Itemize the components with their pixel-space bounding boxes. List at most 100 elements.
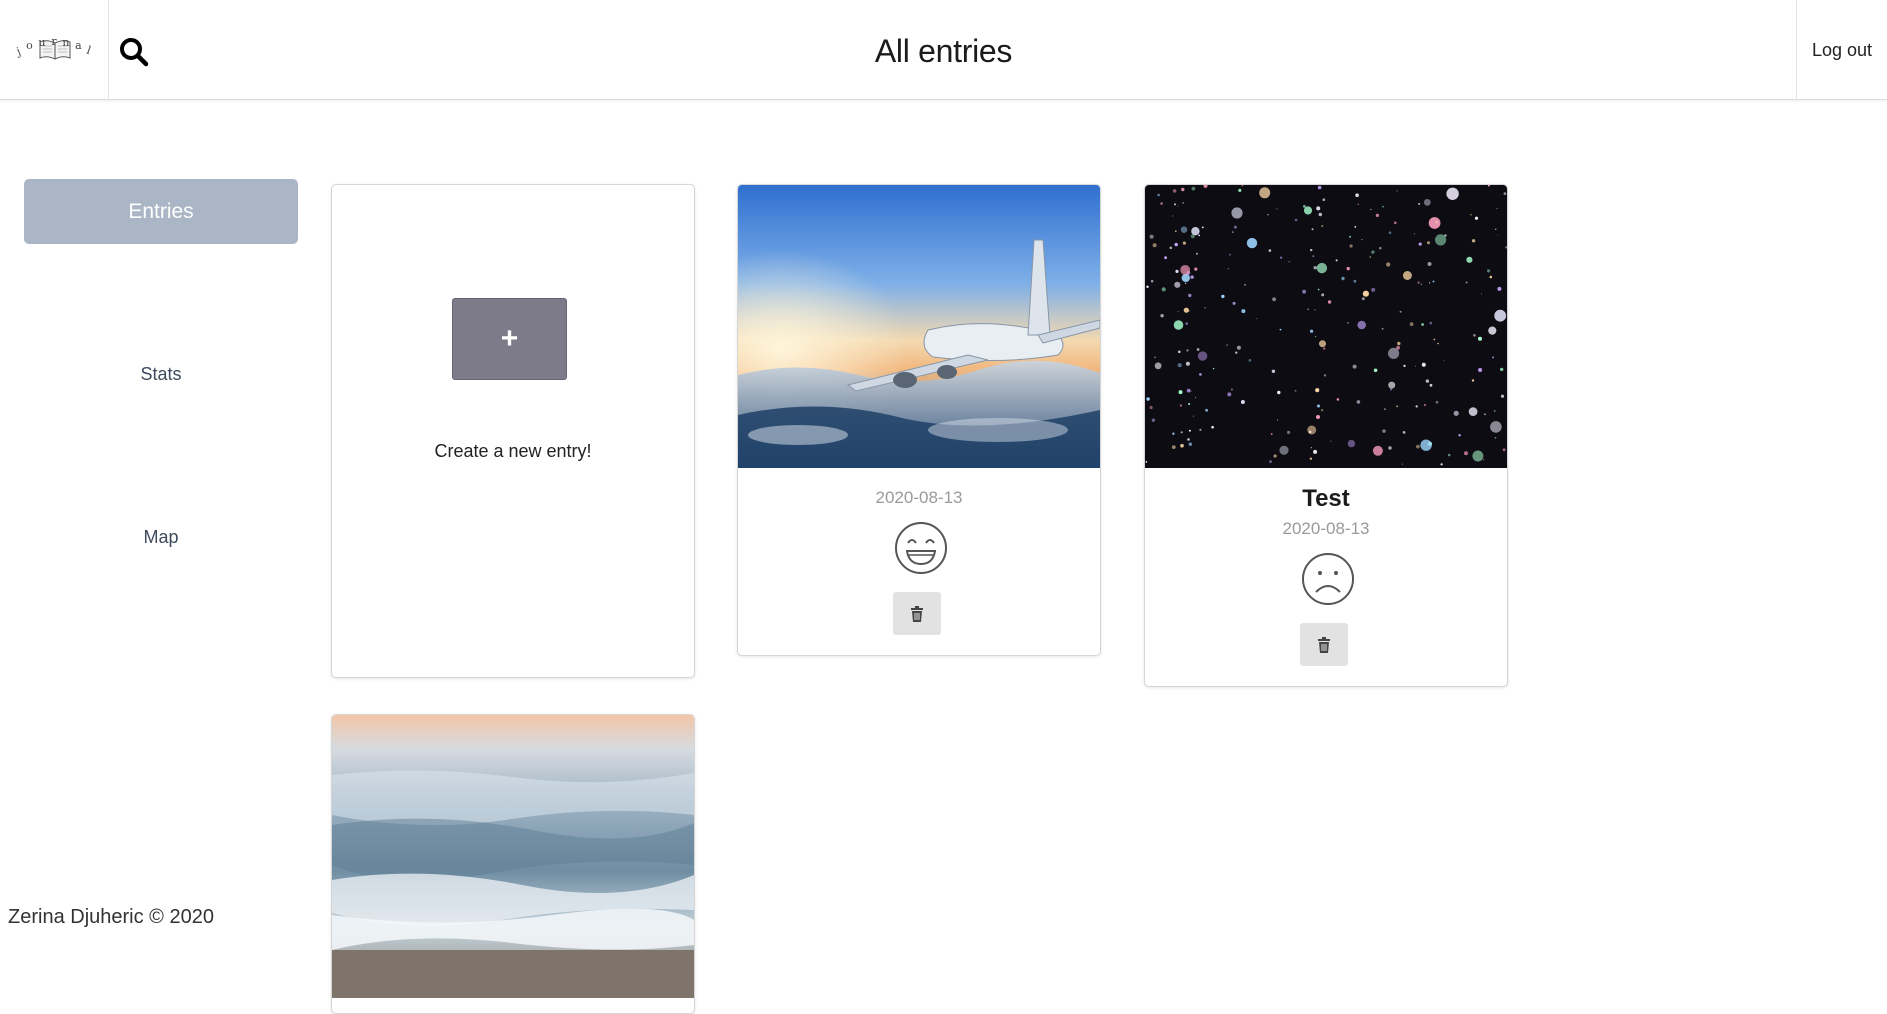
- bokeh-dot: [1321, 225, 1324, 227]
- bokeh-dot: [1161, 287, 1166, 292]
- bokeh-dot: [1317, 404, 1320, 408]
- logout-link[interactable]: Log out: [1812, 40, 1872, 61]
- bokeh-dot: [1186, 349, 1189, 352]
- bokeh-dot: [1174, 203, 1176, 206]
- bokeh-dot: [1272, 297, 1276, 302]
- delete-entry-button[interactable]: [893, 592, 941, 635]
- entry-image-bokeh[interactable]: [1145, 185, 1507, 468]
- bokeh-dot: [1372, 445, 1383, 456]
- bokeh-dot: [1172, 432, 1175, 435]
- bokeh-dot: [1276, 208, 1278, 210]
- entry-image-beach[interactable]: [332, 715, 694, 998]
- bokeh-dot: [1174, 281, 1181, 288]
- bokeh-dot: [1197, 351, 1208, 361]
- bokeh-dot: [1371, 250, 1375, 254]
- bokeh-dot: [1312, 255, 1315, 257]
- bokeh-dot: [1349, 235, 1352, 238]
- entry-card[interactable]: [331, 714, 695, 1014]
- search-icon[interactable]: [118, 36, 150, 68]
- bokeh-dot: [1236, 345, 1241, 350]
- bokeh-dot: [1267, 213, 1269, 216]
- bokeh-dot: [1362, 290, 1369, 297]
- bokeh-dot: [1271, 369, 1276, 373]
- bokeh-dot: [1321, 293, 1325, 297]
- bokeh-dot: [1230, 388, 1233, 391]
- bokeh-dot: [1191, 186, 1196, 191]
- bokeh-dot: [1150, 279, 1154, 283]
- bokeh-dot: [1310, 447, 1312, 449]
- sidebar-item-stats[interactable]: Stats: [24, 342, 298, 407]
- bokeh-dot: [1388, 381, 1396, 389]
- bokeh-dot: [1357, 320, 1366, 330]
- bokeh-dot: [1180, 226, 1188, 233]
- sidebar-item-entries[interactable]: Entries: [24, 179, 298, 244]
- bokeh-dot: [1465, 281, 1468, 284]
- bokeh-dot: [1181, 187, 1185, 192]
- bokeh-dot: [1151, 418, 1156, 422]
- bokeh-dot: [1396, 190, 1398, 192]
- bokeh-dot: [1384, 408, 1386, 410]
- sidebar-item-map[interactable]: Map: [24, 505, 298, 570]
- create-entry-button[interactable]: +: [452, 298, 567, 380]
- bokeh-dot: [1396, 345, 1400, 350]
- bokeh-dot: [1322, 347, 1326, 350]
- bokeh-dot: [1302, 289, 1306, 294]
- bokeh-dot: [1322, 198, 1326, 201]
- bokeh-dot: [1201, 226, 1204, 229]
- bokeh-dot: [1183, 307, 1189, 313]
- bokeh-dot: [1316, 206, 1321, 211]
- bokeh-dot: [1494, 437, 1497, 439]
- bokeh-dot: [1313, 266, 1317, 270]
- entry-card[interactable]: Test 2020-08-13: [1144, 184, 1508, 687]
- logo-container[interactable]: j o u r n a l: [0, 0, 109, 100]
- bokeh-dot: [1233, 225, 1237, 229]
- bokeh-dot: [1497, 286, 1502, 291]
- bokeh-dot: [1188, 429, 1191, 432]
- entry-date: 2020-08-13: [875, 488, 963, 507]
- bokeh-dot: [1188, 403, 1191, 405]
- bokeh-dot: [1421, 323, 1424, 326]
- create-entry-card: + Create a new entry!: [331, 184, 695, 678]
- bokeh-dot: [1468, 407, 1478, 416]
- bokeh-dot: [1248, 359, 1252, 362]
- delete-entry-button[interactable]: [1300, 623, 1348, 666]
- logout-container: Log out: [1796, 0, 1887, 100]
- bokeh-dot: [1240, 400, 1245, 404]
- bokeh-dot: [1496, 207, 1498, 210]
- create-entry-label: Create a new entry!: [434, 441, 592, 461]
- bokeh-dot: [1307, 308, 1310, 311]
- bokeh-dot: [1314, 309, 1316, 311]
- logo-letter: a: [75, 39, 82, 52]
- bokeh-dot: [1437, 342, 1439, 345]
- bokeh-dot: [1175, 269, 1179, 273]
- bokeh-dot: [1180, 443, 1184, 448]
- entry-card[interactable]: 2020-08-13: [737, 184, 1101, 656]
- bokeh-dot: [1194, 267, 1198, 271]
- bokeh-dot: [1259, 187, 1271, 199]
- bokeh-dot: [1313, 449, 1318, 454]
- bokeh-dot: [1420, 439, 1432, 451]
- bokeh-dot: [1149, 234, 1154, 239]
- bokeh-dot: [1311, 228, 1314, 231]
- bokeh-dot: [1196, 252, 1198, 255]
- bokeh-dot: [1409, 322, 1414, 327]
- bokeh-dot: [1500, 394, 1505, 398]
- bokeh-dot: [1416, 444, 1420, 449]
- bokeh-dot: [1388, 231, 1392, 234]
- bokeh-dot: [1199, 428, 1202, 431]
- bokeh-dot: [1256, 318, 1258, 320]
- bokeh-dot: [1447, 453, 1451, 457]
- bokeh-dot: [1443, 360, 1445, 362]
- bokeh-dot: [1310, 248, 1313, 252]
- bokeh-dot: [1440, 463, 1443, 466]
- bokeh-dot: [1319, 340, 1326, 348]
- bokeh-dot: [1423, 199, 1431, 206]
- entry-image-airplane[interactable]: [738, 185, 1100, 468]
- bokeh-dot: [1327, 300, 1332, 304]
- bokeh-dot: [1185, 361, 1190, 366]
- journal-logo[interactable]: j o u r n a l: [15, 33, 93, 67]
- bokeh-dot: [1371, 287, 1376, 292]
- footer-copyright: Zerina Djuheric © 2020: [8, 906, 214, 928]
- bokeh-dot: [1269, 460, 1272, 464]
- bokeh-dot: [1382, 429, 1386, 433]
